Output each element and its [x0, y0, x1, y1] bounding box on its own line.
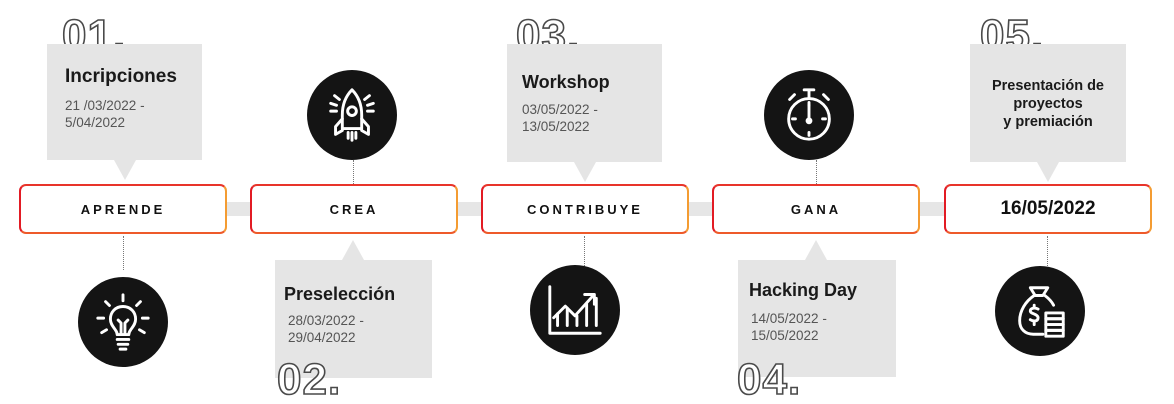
- step-title: Incripciones: [65, 66, 177, 87]
- card-pointer: [574, 162, 596, 182]
- step-title: Presentación de proyectos y premiación: [970, 77, 1126, 131]
- stage-final-date: 16/05/2022: [944, 184, 1152, 234]
- date-end: 29/04/2022: [288, 330, 356, 345]
- card-pointer: [805, 240, 827, 260]
- date-start: 14/05/2022 -: [751, 311, 827, 326]
- connector-line: [816, 160, 817, 184]
- step-card-workshop: Workshop 03/05/2022 - 13/05/2022: [507, 44, 662, 162]
- date-start: 28/03/2022 -: [288, 313, 364, 328]
- step-number-02: 02.: [276, 355, 342, 404]
- stage-label: CONTRIBUYE: [527, 201, 643, 217]
- step-date: 21 /03/2022 - 5/04/2022: [65, 97, 215, 131]
- step-number-04: 04.: [736, 355, 802, 404]
- stage-label: CREA: [329, 201, 379, 217]
- stage-aprende: APRENDE: [19, 184, 227, 234]
- connector-line: [123, 236, 124, 270]
- date-end: 13/05/2022: [522, 119, 590, 134]
- step-date: 03/05/2022 - 13/05/2022: [522, 101, 672, 135]
- date-start: 03/05/2022 -: [522, 102, 598, 117]
- step-date: 14/05/2022 - 15/05/2022: [751, 310, 901, 344]
- stage-label: APRENDE: [80, 201, 166, 217]
- stopwatch-icon: [764, 70, 854, 160]
- stage-contribuye: CONTRIBUYE: [481, 184, 689, 234]
- stage-crea: CREA: [250, 184, 458, 234]
- step-date: 28/03/2022 - 29/04/2022: [288, 312, 438, 346]
- lightbulb-icon: [78, 277, 168, 367]
- rocket-icon: [307, 70, 397, 160]
- date-start: 21 /03/2022 -: [65, 98, 145, 113]
- growth-chart-icon: [530, 265, 620, 355]
- card-pointer: [1037, 162, 1059, 182]
- step-card-presentacion: Presentación de proyectos y premiación: [970, 44, 1126, 162]
- date-end: 15/05/2022: [751, 328, 819, 343]
- step-title: Preselección: [284, 284, 396, 304]
- card-pointer: [342, 240, 364, 260]
- money-bag-icon: [995, 266, 1085, 356]
- card-pointer: [114, 160, 136, 180]
- stage-gana: GANA: [712, 184, 920, 234]
- step-title: Workshop: [522, 72, 610, 92]
- stage-label: GANA: [790, 201, 842, 217]
- date-end: 5/04/2022: [65, 115, 126, 130]
- step-title: Hacking Day: [749, 280, 858, 300]
- title-line: proyectos: [1013, 96, 1083, 112]
- final-date-label: 16/05/2022: [1000, 198, 1096, 219]
- connector-line: [353, 160, 354, 184]
- step-card-inscripciones: Incripciones 21 /03/2022 - 5/04/2022: [47, 44, 202, 160]
- title-line: Presentación de: [991, 78, 1104, 94]
- connector-line: [584, 236, 585, 266]
- title-line: y premiación: [1003, 114, 1093, 130]
- connector-line: [1047, 236, 1048, 266]
